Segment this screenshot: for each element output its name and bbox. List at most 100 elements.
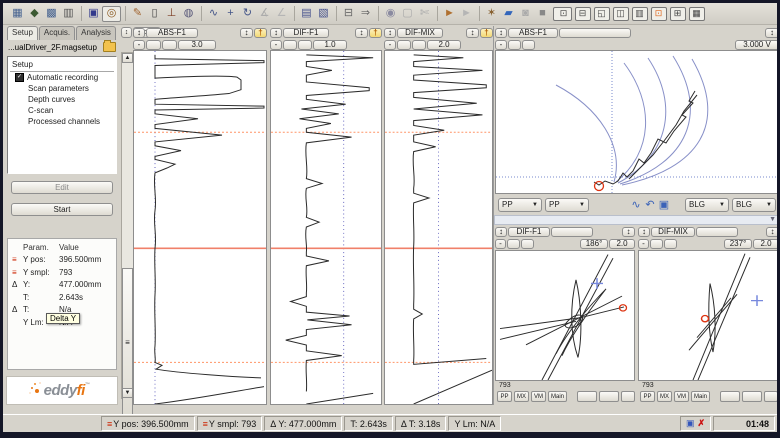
scale-button-b[interactable] [162, 40, 177, 50]
channel-button[interactable]: DIF-F1 [283, 28, 329, 38]
layout-single-icon[interactable]: ⊡ [553, 7, 572, 21]
pan-icon[interactable]: ↕ [355, 28, 368, 38]
blank-icon[interactable]: ■ [534, 6, 551, 21]
threshold-icon[interactable]: † [480, 28, 493, 38]
pan-icon[interactable]: ↕ [466, 28, 479, 38]
code-selector-icon[interactable]: ↕ [121, 27, 132, 38]
channel-selector-icon[interactable]: ↕ [495, 227, 507, 237]
tab-analysis[interactable]: Analysis [76, 26, 116, 40]
view-icon[interactable]: ◉ [378, 6, 399, 21]
blank-button[interactable] [764, 391, 777, 402]
scroll-up-icon[interactable]: ▲ [122, 53, 133, 63]
crop-icon[interactable]: ▢ [399, 6, 416, 21]
mode-main-button[interactable]: Main [691, 391, 710, 402]
sound-off-icon[interactable]: ► [458, 6, 475, 21]
scale-value[interactable]: 2.0 [427, 40, 461, 50]
balance-icon[interactable]: ◎ [102, 6, 121, 22]
tree-item-c-scan[interactable]: C-scan [10, 105, 114, 116]
folder-icon[interactable] [103, 42, 116, 52]
pan-icon[interactable]: ↕ [765, 28, 777, 38]
scale-button-b[interactable] [664, 239, 677, 249]
layout-bottom-icon[interactable]: ◱ [594, 7, 610, 21]
blank-button[interactable] [742, 391, 762, 402]
zoom-out-button[interactable]: - [495, 239, 506, 249]
mode-pp-button[interactable]: PP [497, 391, 512, 402]
channel-button[interactable]: DIF-MIX [397, 28, 443, 38]
pan-icon[interactable]: ↕ [240, 28, 253, 38]
blank-button[interactable] [621, 391, 635, 402]
copy-page-icon[interactable]: ▧ [315, 6, 332, 21]
polar-channel-button[interactable]: ABS-F1 [508, 28, 558, 38]
strip-chart-abs-f1[interactable] [133, 50, 267, 405]
zoom-out-button[interactable]: - [133, 40, 145, 50]
scale-value[interactable]: 2.0 [609, 239, 635, 249]
scale-button-a[interactable] [650, 239, 663, 249]
scale-button-b[interactable] [298, 40, 312, 50]
mode-vm-button[interactable]: VM [531, 391, 546, 402]
scroll-down-icon[interactable]: ▼ [122, 388, 133, 398]
scale-button-b[interactable] [412, 40, 426, 50]
pan-icon[interactable]: ↕ [766, 227, 777, 237]
mode-vm-button[interactable]: VM [674, 391, 689, 402]
extra-button[interactable] [551, 227, 593, 237]
impedance-plane-chart[interactable] [495, 50, 777, 194]
scale-button-b[interactable] [521, 239, 534, 249]
chart-icon[interactable]: ▰ [500, 6, 517, 21]
channel-button[interactable]: ABS-F1 [146, 28, 198, 38]
report-icon[interactable]: ▤ [294, 6, 315, 21]
channel-button[interactable]: DIF-F1 [508, 227, 550, 237]
zoom-out-button[interactable]: - [638, 239, 649, 249]
workspace-icon[interactable]: ▦ [9, 6, 26, 21]
tools-icon[interactable]: ✶ [479, 6, 500, 21]
stage-icon[interactable]: ⊥ [163, 6, 180, 21]
scale-button-a[interactable] [397, 40, 411, 50]
rotate-icon[interactable]: ↻ [239, 6, 256, 21]
mode-mx-button[interactable]: MX [657, 391, 672, 402]
checkbox-checked-icon[interactable]: ✓ [15, 73, 24, 82]
tree-item-depth-curves[interactable]: Depth curves [10, 94, 114, 105]
tree-item-processed-channels[interactable]: Processed channels [10, 116, 114, 127]
strip-icon[interactable]: ⊟ [336, 6, 357, 21]
zoom-out-button[interactable]: - [495, 40, 507, 50]
edit-button[interactable]: Edit [11, 181, 113, 194]
save-icon[interactable]: ▣ [81, 6, 102, 21]
rotation-value[interactable]: 186° [580, 239, 608, 249]
cut-icon[interactable]: ✄ [416, 6, 433, 21]
layout-hsplit-icon[interactable]: ⊟ [575, 7, 591, 21]
voltage-value[interactable]: 3.000 V [735, 40, 777, 50]
scale-value[interactable]: 3.0 [178, 40, 216, 50]
layout-vsplit-icon[interactable]: ◫ [613, 7, 629, 21]
lissajous-chart-dif-mix[interactable] [638, 250, 777, 381]
scale-button-a[interactable] [507, 239, 520, 249]
filter-blg2-dropdown[interactable]: BLG▼ [732, 198, 776, 212]
tab-acquis[interactable]: Acquis. [39, 26, 75, 40]
rotation-value[interactable]: 237° [724, 239, 752, 249]
layout-swap-icon[interactable]: ⊞ [670, 7, 686, 21]
tab-setup[interactable]: Setup [7, 26, 38, 40]
layout-active-icon[interactable]: ⊡ [651, 7, 667, 21]
calibrate-pen-icon[interactable]: ✎ [125, 6, 146, 21]
layout-grid-icon[interactable]: ▦ [689, 7, 705, 21]
blank-button[interactable] [599, 391, 619, 402]
mode-mx-button[interactable]: MX [514, 391, 529, 402]
mic-icon[interactable]: ◍ [180, 6, 197, 21]
angle-a-icon[interactable]: ∡ [256, 6, 273, 21]
curve-fit-icon[interactable]: ∿ [629, 198, 643, 211]
scale-value[interactable]: 2.0 [753, 239, 777, 249]
start-button[interactable]: Start [11, 203, 113, 216]
tree-item-scan-parameters[interactable]: Scan parameters [10, 83, 114, 94]
filter-pp1-dropdown[interactable]: PP▼ [498, 198, 542, 212]
angle-b-icon[interactable]: ∠ [273, 6, 290, 21]
save-small-icon[interactable]: ▣ [657, 198, 671, 211]
link-icon[interactable]: ⇒ [357, 6, 374, 21]
scale-value[interactable]: 1.0 [313, 40, 347, 50]
mode-pp-button[interactable]: PP [640, 391, 655, 402]
polar-extra-button[interactable] [559, 28, 631, 38]
extra-button[interactable] [696, 227, 738, 237]
channel-button[interactable]: DIF-MIX [651, 227, 695, 237]
sound-on-icon[interactable]: ► [437, 6, 458, 21]
scale-button-b[interactable] [522, 40, 535, 50]
histogram-icon[interactable]: ▥ [60, 6, 77, 21]
strip-chart-dif-mix[interactable] [384, 50, 493, 405]
tree-item-automatic-recording[interactable]: ✓ Automatic recording [10, 72, 114, 83]
